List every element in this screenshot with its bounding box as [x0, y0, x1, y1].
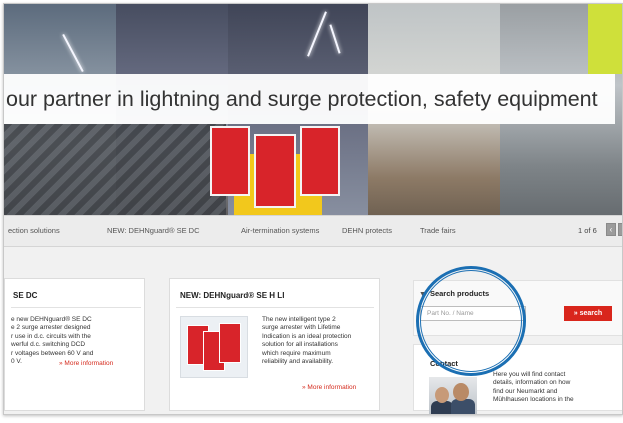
page-frame: our partner in lightning and surge prote… [3, 3, 623, 415]
safety-vest-graphic [588, 4, 622, 74]
chevron-down-icon: ▼ [419, 291, 426, 298]
teaser-card-title[interactable]: NEW: DEHNguard® SE H LI [180, 291, 284, 300]
product-device-graphic [300, 126, 340, 196]
person-graphic [453, 383, 469, 401]
slider-pager-count: 1 of 6 [578, 226, 597, 235]
person-graphic [431, 401, 453, 414]
slider-nav-item[interactable]: DEHN protects [342, 226, 392, 235]
search-products-label: Search products [429, 289, 490, 298]
teaser-card: NEW: DEHNguard® SE H LI The new intellig… [169, 278, 380, 411]
contact-photo [429, 377, 477, 414]
divider [11, 307, 141, 308]
arrow-left-icon[interactable]: ‹ [606, 223, 616, 236]
hero-banner: our partner in lightning and surge prote… [4, 4, 622, 236]
product-thumbnail[interactable] [180, 316, 248, 378]
teaser-card-text: The new intelligent type 2 surge arreste… [262, 316, 352, 366]
person-graphic [451, 399, 475, 414]
slider-nav-item[interactable]: NEW: DEHNguard® SE DC [107, 226, 200, 235]
contact-heading: Contact [430, 359, 458, 368]
search-input[interactable] [420, 306, 526, 321]
hero-tagline-band: our partner in lightning and surge prote… [4, 74, 615, 124]
contact-box: Contact Here you will find contact detai… [413, 344, 622, 414]
search-button[interactable]: » search [564, 306, 612, 321]
more-information-link[interactable]: » More information [59, 360, 113, 367]
product-device-graphic [219, 323, 241, 363]
teaser-card-text: e new DEHNguard® SE DC e 2 surge arreste… [11, 316, 94, 366]
slider-nav-item[interactable]: Air-termination systems [241, 226, 319, 235]
product-device-graphic [210, 126, 250, 196]
hero-tagline: our partner in lightning and surge prote… [6, 87, 598, 111]
contact-text: Here you will find contact details, info… [493, 371, 574, 404]
arrow-right-icon[interactable]: › [618, 223, 622, 236]
more-information-link[interactable]: » More information [302, 384, 356, 391]
slider-nav-item[interactable]: Trade fairs [420, 226, 456, 235]
search-products-heading[interactable]: ▼ Search products [419, 289, 489, 298]
slider-nav-item[interactable]: ection solutions [8, 226, 60, 235]
teaser-card: SE DC e new DEHNguard® SE DC e 2 surge a… [4, 278, 145, 411]
divider [176, 307, 374, 308]
product-device-graphic [254, 134, 296, 208]
search-products-box: ▼Search products » search [413, 280, 622, 336]
person-graphic [435, 387, 449, 403]
slider-nav: ection solutions NEW: DEHNguard® SE DC A… [4, 215, 622, 247]
teaser-card-title[interactable]: SE DC [13, 291, 37, 300]
